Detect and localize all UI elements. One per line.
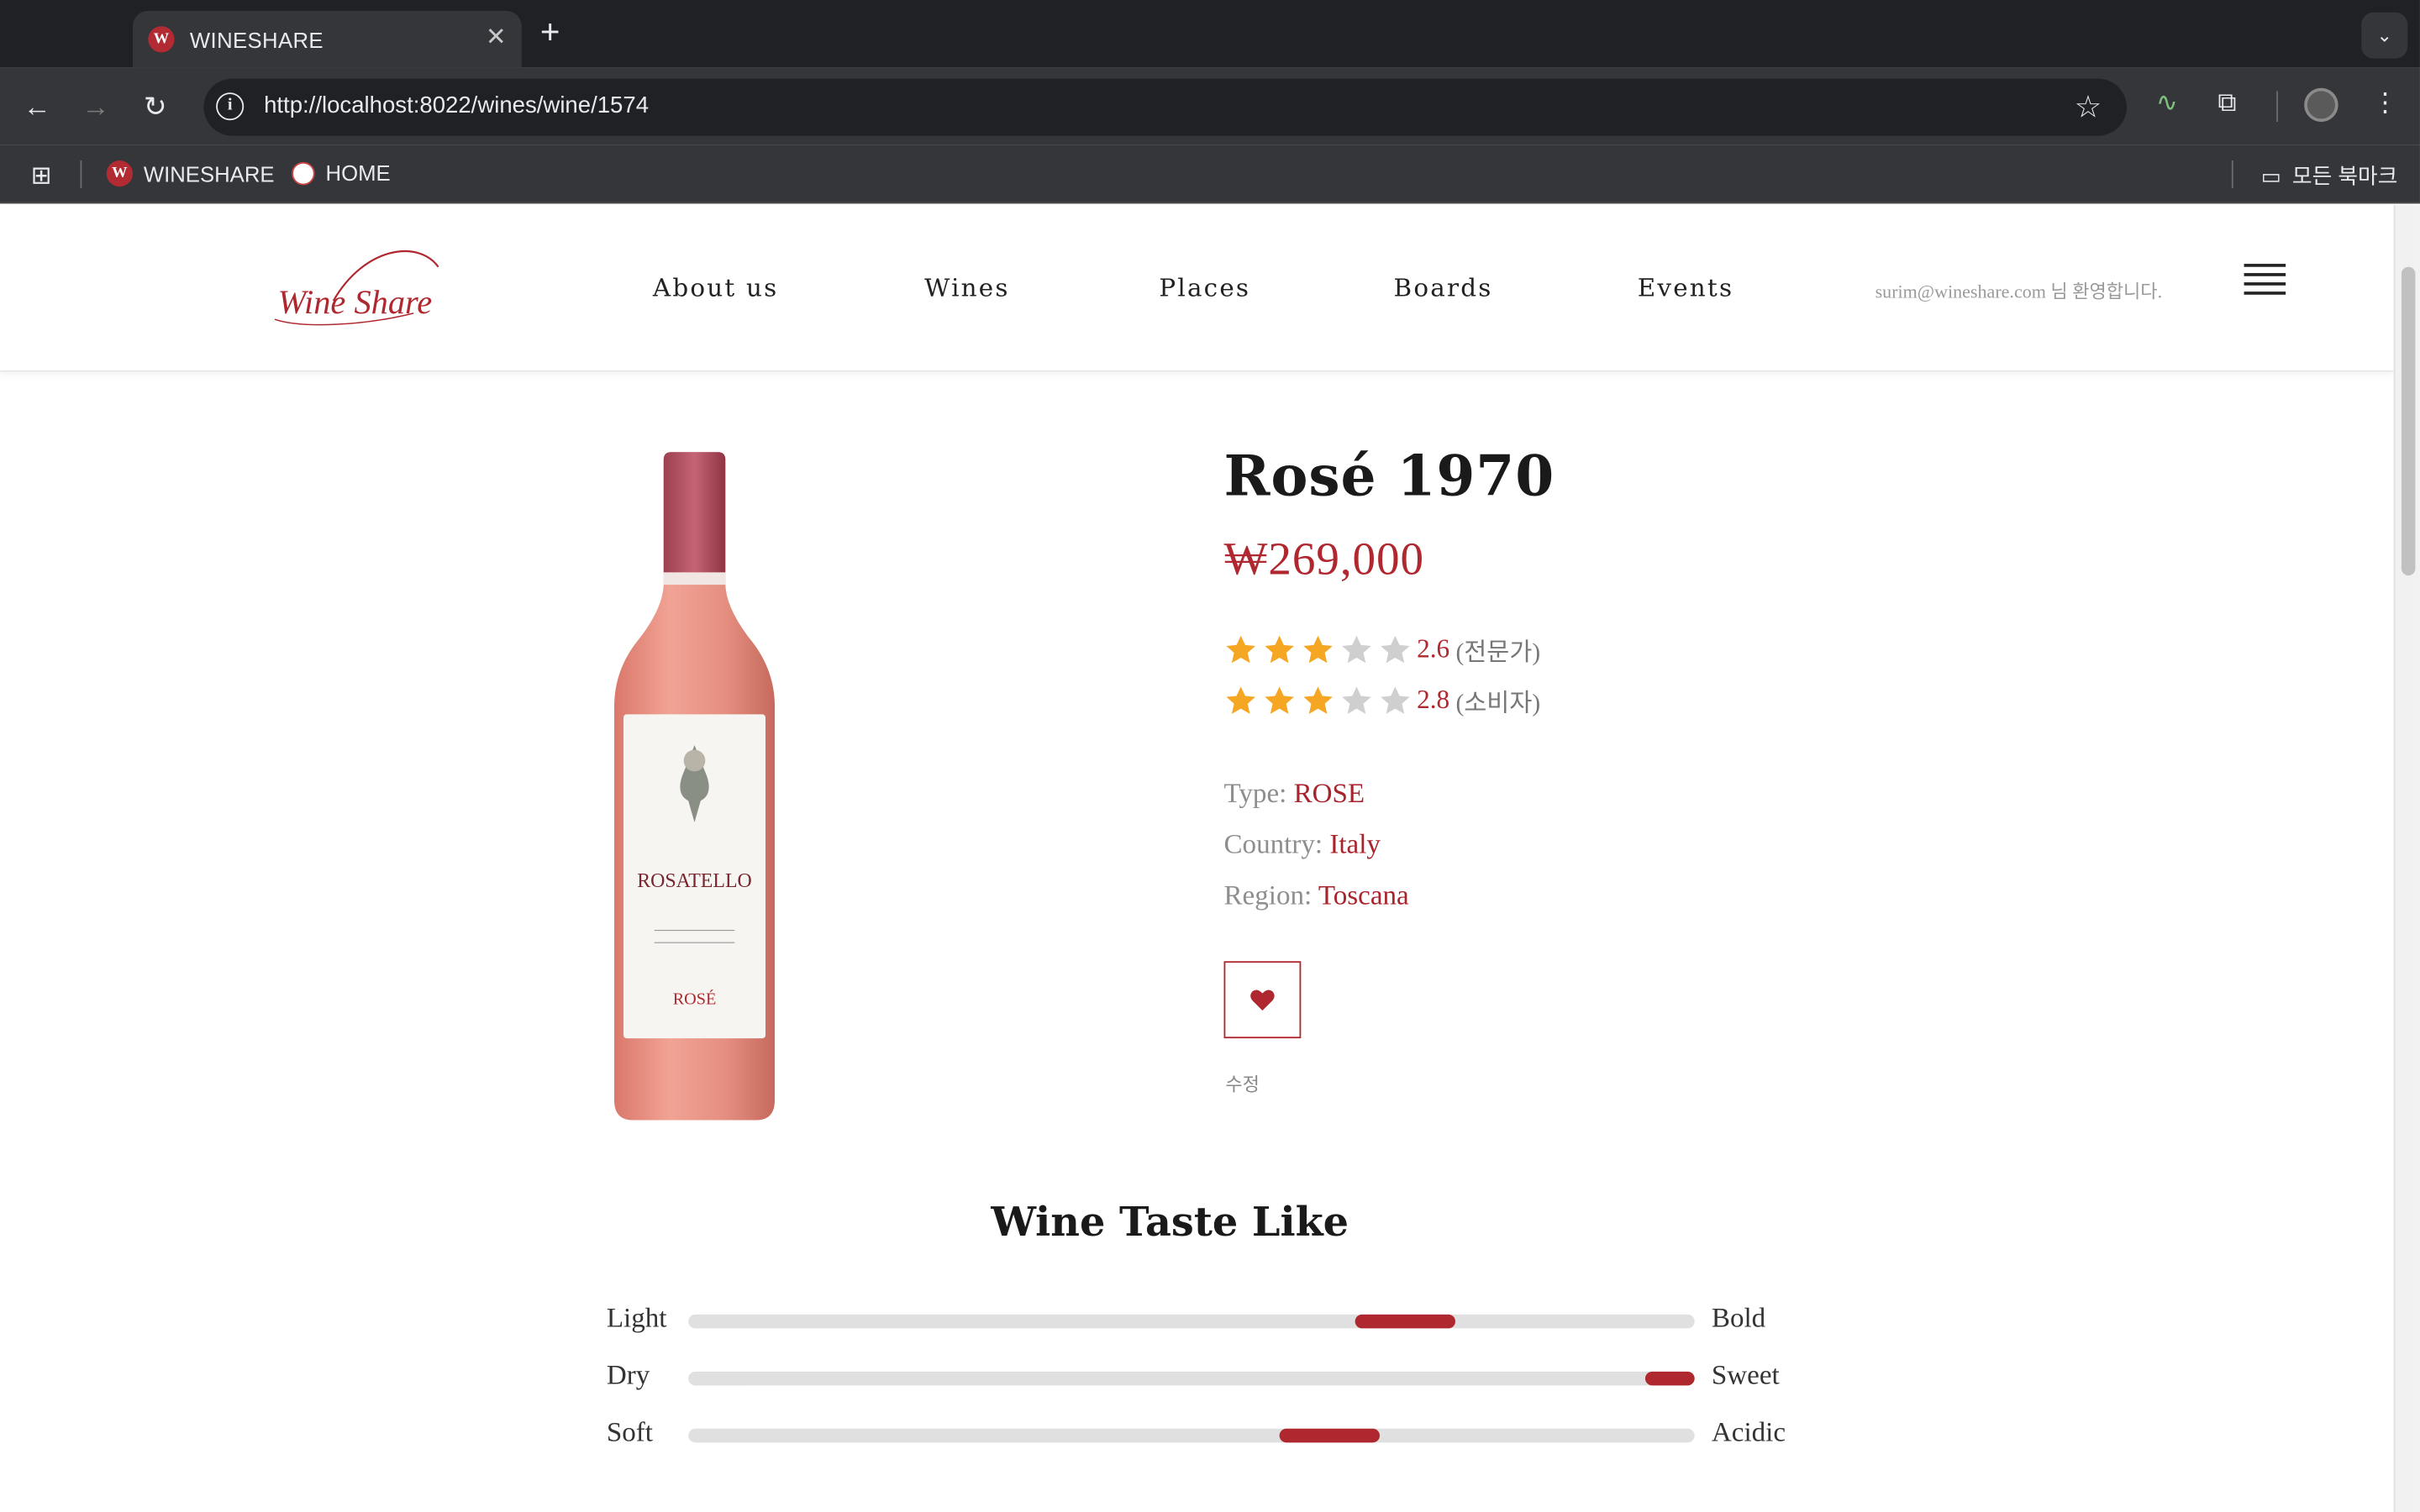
bottle-label-brand: ROSATELLO (637, 870, 752, 892)
rating-source: (소비자) (1455, 690, 1541, 718)
browser-toolbar: ← → ↻ i http://localhost:8022/wines/wine… (0, 67, 2420, 145)
browser-tab[interactable]: W WINESHARE ✕ (132, 10, 522, 68)
nav-boards[interactable]: Boards (1394, 273, 1493, 302)
address-bar[interactable]: i http://localhost:8022/wines/wine/1574 … (203, 78, 2127, 136)
taste-row-acidity: Soft Acidic (607, 1416, 1795, 1450)
rating-value: 2.6 (1417, 633, 1450, 664)
star-filled-icon (1265, 686, 1294, 714)
url-text[interactable]: http://localhost:8022/wines/wine/1574 (264, 92, 649, 118)
bookmark-divider (80, 160, 82, 189)
close-tab-icon[interactable]: ✕ (486, 24, 507, 52)
favorite-button[interactable] (1223, 961, 1302, 1039)
reload-icon[interactable]: ↻ (144, 90, 167, 123)
tab-search-chevron-icon[interactable]: ⌄ (2361, 12, 2408, 59)
user-greeting: surim@wineshare.com 님 환영합니다. (1875, 281, 2163, 302)
nav-wines[interactable]: Wines (924, 273, 1010, 302)
wine-price: ₩269,000 (1223, 533, 1424, 585)
wineshare-logo[interactable]: Wine Share (271, 239, 445, 343)
wine-type: Type: ROSE (1224, 778, 1365, 811)
star-filled-icon (1303, 686, 1333, 714)
bookmark-home[interactable]: HOME (292, 160, 391, 185)
consumer-rating: 2.8 (소비자) (1224, 682, 1541, 719)
taste-marker (1355, 1314, 1455, 1329)
info-label: Type: (1223, 777, 1287, 809)
bookmark-star-icon[interactable]: ☆ (2075, 88, 2102, 127)
extension-wave-icon[interactable]: ∿ (2156, 88, 2178, 119)
back-arrow-icon[interactable]: ← (24, 90, 51, 123)
taste-left-label: Soft (606, 1416, 653, 1447)
taste-row-body: Light Bold (607, 1302, 1795, 1336)
star-filled-icon (1265, 635, 1294, 664)
new-tab-icon[interactable]: + (540, 14, 560, 49)
scrollbar-thumb[interactable] (2401, 266, 2416, 576)
all-bookmarks-label: 모든 북마크 (2291, 163, 2398, 189)
all-bookmarks-button[interactable]: ▭ 모든 북마크 (2261, 160, 2398, 192)
taste-marker (1645, 1371, 1695, 1386)
star-filled-icon (1226, 635, 1255, 664)
taste-row-sweetness: Dry Sweet (607, 1359, 1795, 1393)
wine-country: Country: Italy (1224, 828, 1381, 861)
taste-left-label: Light (606, 1302, 667, 1333)
star-filled-icon (1303, 635, 1333, 664)
wine-bottle-image: ROSATELLO ROSÉ (602, 452, 786, 1123)
taste-track (688, 1371, 1695, 1386)
edit-link[interactable]: 수정 (1225, 1071, 1260, 1097)
star-empty-icon (1381, 686, 1410, 714)
hamburger-menu-icon[interactable] (2244, 264, 2286, 295)
apps-grid-icon[interactable]: ⊞ (31, 160, 52, 192)
taste-right-label: Sweet (1711, 1359, 1780, 1390)
profile-avatar[interactable] (2304, 87, 2338, 123)
taste-right-label: Bold (1711, 1302, 1766, 1333)
page-scrollbar[interactable] (2393, 205, 2420, 1512)
logo-text: Wine Share (278, 283, 433, 321)
nav-about-us[interactable]: About us (653, 273, 778, 302)
rating-stars (1224, 633, 1413, 666)
wineshare-favicon-icon: W (148, 26, 175, 53)
info-label: Region: (1223, 879, 1313, 911)
toolbar-divider (2276, 91, 2278, 123)
taste-right-label: Acidic (1711, 1416, 1786, 1447)
nav-places[interactable]: Places (1159, 273, 1250, 302)
expert-rating: 2.6 (전문가) (1224, 631, 1541, 668)
heart-icon (1250, 990, 1275, 1011)
star-empty-icon (1342, 686, 1371, 714)
wine-region: Region: Toscana (1224, 879, 1409, 912)
page-content: Wine Share About us Wines Places Boards … (0, 205, 2394, 1512)
forward-arrow-icon[interactable]: → (82, 90, 109, 123)
star-empty-icon (1342, 635, 1371, 664)
star-empty-icon (1381, 635, 1410, 664)
bookmark-label: WINESHARE (143, 160, 275, 186)
rating-source: (전문가) (1455, 640, 1541, 667)
bookmarks-bar: ⊞ W WINESHARE HOME ▭ 모든 북마크 (0, 144, 2420, 204)
info-value[interactable]: Italy (1329, 828, 1381, 859)
bookmark-divider (2231, 160, 2233, 189)
star-filled-icon (1226, 686, 1255, 714)
baseball-icon (292, 160, 315, 185)
bookmark-label: HOME (325, 160, 391, 186)
extensions-puzzle-icon[interactable]: ⧉ (2217, 88, 2236, 119)
wine-name: Rosé 1970 (1223, 444, 1555, 510)
info-value[interactable]: Toscana (1318, 879, 1409, 911)
taste-left-label: Dry (606, 1359, 650, 1390)
folder-icon: ▭ (2260, 162, 2282, 188)
site-header: Wine Share About us Wines Places Boards … (0, 205, 2394, 372)
info-value[interactable]: ROSE (1294, 778, 1365, 809)
rating-value: 2.8 (1417, 685, 1450, 715)
taste-marker (1280, 1428, 1380, 1443)
browser-menu-icon[interactable]: ⋮ (2372, 88, 2398, 119)
site-info-icon[interactable]: i (216, 92, 245, 121)
browser-tab-strip: W WINESHARE ✕ + ⌄ (0, 0, 2420, 68)
bookmark-wineshare[interactable]: W WINESHARE (106, 160, 275, 187)
taste-track (688, 1314, 1695, 1329)
taste-track (688, 1428, 1695, 1443)
bottle-label-sub: ROSÉ (673, 990, 717, 1009)
info-label: Country: (1223, 828, 1323, 860)
wineshare-favicon-icon: W (106, 160, 133, 187)
rating-stars (1224, 684, 1413, 717)
taste-section-title: Wine Taste Like (991, 1200, 1349, 1247)
tab-title: WINESHARE (189, 27, 324, 52)
nav-events[interactable]: Events (1638, 273, 1734, 302)
